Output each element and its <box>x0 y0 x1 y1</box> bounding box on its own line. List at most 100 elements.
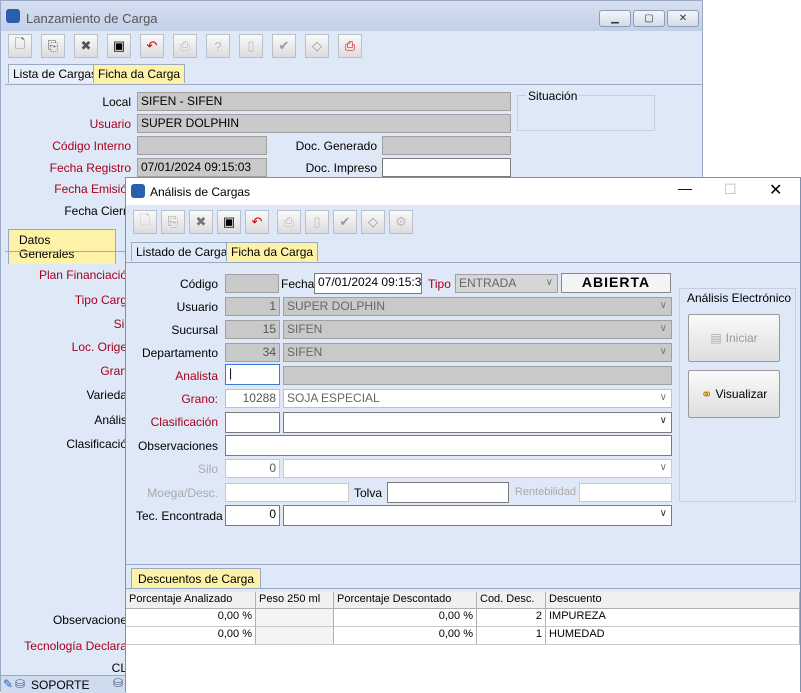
front-settings-icon[interactable]: ⚙ <box>389 210 413 234</box>
minimize-button[interactable]: ▁ <box>599 10 631 27</box>
tolva-field[interactable] <box>387 482 509 503</box>
status-user: SOPORTE <box>31 678 90 692</box>
silo-select[interactable]: ∨ <box>283 459 672 478</box>
usuario-select[interactable]: SUPER DOLPHIN ∨ <box>283 297 672 316</box>
grano-label: Grano: <box>181 392 218 406</box>
sucursal-select[interactable]: SIFEN ∨ <box>283 320 672 339</box>
usuario-field[interactable]: SUPER DOLPHIN <box>137 114 511 133</box>
doc-generado-field[interactable] <box>382 136 511 155</box>
visualizar-button[interactable]: ⚭ Visualizar <box>688 370 780 418</box>
maximize-button[interactable]: ▢ <box>633 10 665 27</box>
front-delete-icon[interactable]: ✖ <box>189 210 213 234</box>
eraser-icon[interactable]: ◇ <box>305 34 329 58</box>
table-row-cell[interactable] <box>256 627 334 645</box>
descuentos-top-line <box>126 564 800 565</box>
table-row-cell[interactable]: 0,00 % <box>126 609 256 627</box>
doc-impreso-field[interactable] <box>382 158 511 177</box>
usuario-id-field[interactable]: 1 <box>225 297 280 316</box>
codigo-field[interactable] <box>225 274 279 293</box>
front-copy-icon[interactable]: ⎘ <box>161 210 185 234</box>
estado-badge: ABIERTA <box>561 273 671 293</box>
table-row-cell[interactable] <box>256 609 334 627</box>
front-close-button[interactable]: ✕ <box>769 180 782 200</box>
tipo-value: ENTRADA <box>459 276 517 290</box>
help-icon[interactable]: ? <box>206 34 230 58</box>
col-peso[interactable]: Peso 250 ml <box>256 592 334 609</box>
delete-icon[interactable]: ✖ <box>74 34 98 58</box>
sucursal-label: Sucursal <box>171 323 218 337</box>
rentabilidad-field[interactable] <box>579 483 672 502</box>
iniciar-button[interactable]: ▤ Iniciar <box>688 314 780 362</box>
table-row-cell[interactable]: 0,00 % <box>334 627 477 645</box>
front-check-icon[interactable]: ✔ <box>333 210 357 234</box>
user-icon: ⛁ <box>113 676 124 690</box>
check-icon[interactable]: ✔ <box>272 34 296 58</box>
front-save-icon[interactable]: ▣ <box>217 210 241 234</box>
col-porcentaje-analizado[interactable]: Porcentaje Analizado <box>126 592 256 609</box>
grano-name: SOJA ESPECIAL <box>287 391 380 405</box>
observaciones-label: Observaciones <box>137 439 218 453</box>
fecha-field[interactable]: 07/01/2024 09:15:33 <box>314 273 422 294</box>
undo-icon[interactable]: ↶ <box>140 34 164 58</box>
tab-ficha-carga-front[interactable]: Ficha da Carga <box>226 242 319 261</box>
print-red-icon[interactable]: ⎙ <box>338 34 362 58</box>
new-icon[interactable]: 🗋 <box>8 34 32 58</box>
front-undo-icon[interactable]: ↶ <box>245 210 269 234</box>
fecha-emision-label: Fecha Emisió <box>54 182 127 196</box>
fecha-registro-field[interactable]: 07/01/2024 09:15:03 <box>137 158 267 177</box>
situacion-label: Situación <box>526 89 580 103</box>
tipo-select[interactable]: ENTRADA ∨ <box>455 274 558 293</box>
grano-select[interactable]: SOJA ESPECIAL ∨ <box>283 389 672 408</box>
tecnologia-label: Tecnología Declara <box>24 639 127 653</box>
table-row-cell[interactable]: 1 <box>477 627 546 645</box>
grano-id-field[interactable]: 10288 <box>225 389 280 408</box>
front-maximize-button[interactable]: ☐ <box>724 181 737 198</box>
local-field[interactable]: SIFEN - SIFEN <box>137 92 511 111</box>
tab-lista-cargas[interactable]: Lista de Cargas <box>8 64 103 83</box>
col-porcentaje-descontado[interactable]: Porcentaje Descontado <box>334 592 477 609</box>
col-descuento[interactable]: Descuento <box>546 592 800 609</box>
status-bar: ✎ ⛁ SOPORTE ⛁ <box>1 675 127 693</box>
clasificacion-select[interactable]: ∨ <box>283 412 672 433</box>
local-label: Local <box>102 95 131 109</box>
front-document-icon[interactable]: ▯ <box>305 210 329 234</box>
clasificacion-id-field[interactable] <box>225 412 280 433</box>
close-button[interactable]: ✕ <box>667 10 699 27</box>
table-row-cell[interactable]: 0,00 % <box>334 609 477 627</box>
departamento-id-field[interactable]: 34 <box>225 343 280 362</box>
toolbar: 🗋 ⎘ ✖ ▣ ↶ ⎙ ? ▯ ✔ ◇ ⎙ <box>1 32 702 62</box>
tab-listado-cargas[interactable]: Listado de Cargas <box>131 242 239 261</box>
col-cod-desc[interactable]: Cod. Desc. <box>477 592 546 609</box>
save-icon[interactable]: ▣ <box>107 34 131 58</box>
front-new-icon[interactable]: 🗋 <box>133 210 157 234</box>
departamento-select[interactable]: SIFEN ∨ <box>283 343 672 362</box>
sucursal-id-field[interactable]: 15 <box>225 320 280 339</box>
tab-ficha-carga[interactable]: Ficha da Carga <box>93 64 186 83</box>
table-row-cell[interactable]: 2 <box>477 609 546 627</box>
tab-descuentos[interactable]: Descuentos de Carga <box>131 568 261 589</box>
tec-encontrada-field[interactable]: 0 <box>225 505 280 526</box>
observaciones-label-back: Observacione <box>52 613 127 627</box>
table-row-cell[interactable]: HUMEDAD <box>546 627 800 645</box>
document-icon[interactable]: ▯ <box>239 34 263 58</box>
tec-encontrada-select[interactable]: ∨ <box>283 505 672 526</box>
front-print-icon[interactable]: ⎙ <box>277 210 301 234</box>
chevron-down-icon: ∨ <box>659 508 667 519</box>
silo-field[interactable]: 0 <box>225 459 280 478</box>
codigo-interno-field[interactable] <box>137 136 267 155</box>
usuario-label: Usuario <box>89 117 131 131</box>
observaciones-field[interactable] <box>225 435 672 456</box>
tab-datos-generales[interactable]: Datos Generales <box>8 229 116 264</box>
front-minimize-button[interactable]: — <box>678 180 692 196</box>
table-row-cell[interactable]: 0,00 % <box>126 627 256 645</box>
chevron-down-icon: ∨ <box>659 415 667 426</box>
binoculars-icon: ⚭ <box>700 385 713 402</box>
analista-field[interactable]: | <box>225 364 280 385</box>
moega-field[interactable] <box>225 483 349 502</box>
app-icon <box>6 9 20 23</box>
table-row-cell[interactable]: IMPUREZA <box>546 609 800 627</box>
front-eraser-icon[interactable]: ◇ <box>361 210 385 234</box>
copy-icon[interactable]: ⎘ <box>41 34 65 58</box>
analista-name-field[interactable] <box>283 366 672 385</box>
print-icon[interactable]: ⎙ <box>173 34 197 58</box>
